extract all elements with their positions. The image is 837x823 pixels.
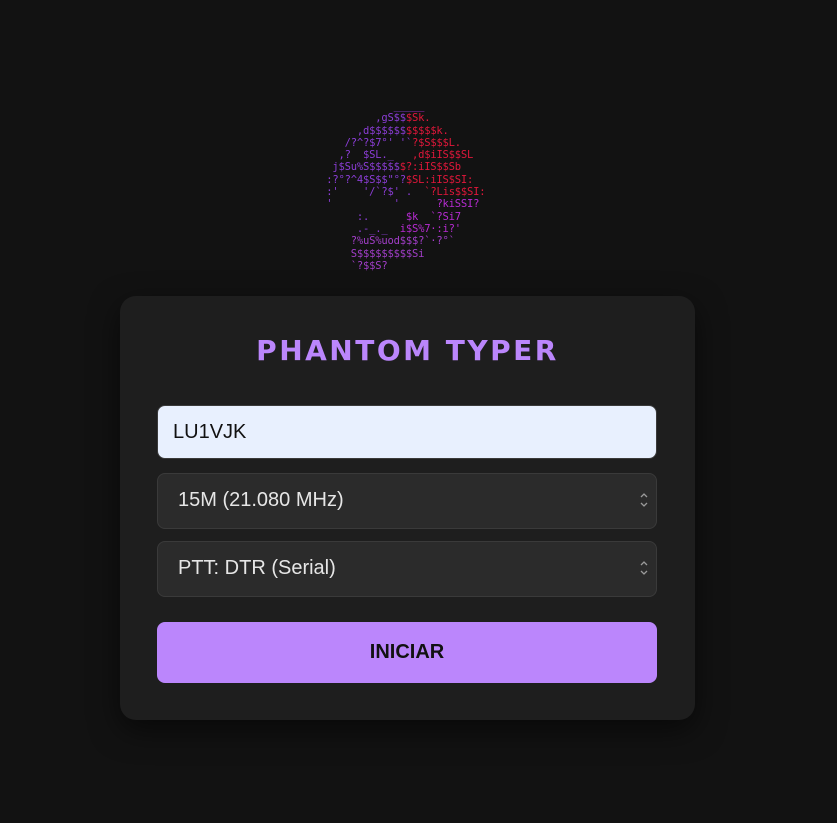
ptt-select-value: PTT: DTR (Serial) [178,557,336,579]
band-select-value: 15M (21.080 MHz) [178,489,344,511]
ascii-art-segment: `?$$S? [314,259,388,272]
ascii-art-segment: ?$S$$$L. [411,136,461,149]
app-title: PHANTOM TYPER [256,334,559,367]
ascii-art-segment: $Sk. [405,112,431,125]
ascii-art-segment: $?:iIS$$Sb [399,161,461,174]
ascii-art-segment: :. [314,210,406,223]
ascii-art-segment: ?kiSSI? [436,198,480,211]
ascii-art-segment: ___ [314,100,413,112]
ascii-art-logo: _____ ,gS$$$Sk. ,d$$$$$$$$$$$k. /?^?$7°'… [314,100,514,275]
ascii-art-segment: $$$$$k. [405,124,449,137]
ascii-art-segment: `?Lis$$SI: [424,186,486,199]
ascii-art-segment: j$Su%S$$$$$ [314,161,400,174]
ascii-art-segment: :' '/`?$' . [314,186,425,199]
ascii-art-segment: $k `?Si7 [405,210,461,223]
ascii-art-segment: ' ' [314,198,437,211]
chevron-updown-icon [640,493,648,507]
start-button[interactable]: INICIAR [157,622,657,683]
ascii-art-segment: ,? $SL._ [314,149,412,162]
ascii-art-text: _____ ,gS$$$Sk. ,d$$$$$$$$$$$k. /?^?$7°'… [314,100,514,272]
ascii-art-segment: ?%uS%uod$$$?`·?°` [314,235,455,248]
ascii-art-segment: /?^?$7°' '` [314,136,413,149]
ascii-art-segment: i$S%7·:i?' [399,222,461,235]
band-select[interactable]: 15M (21.080 MHz) [157,473,657,529]
chevron-updown-icon [640,561,648,575]
ascii-art-segment: __ [411,100,425,112]
app-page: _____ ,gS$$$Sk. ,d$$$$$$$$$$$k. /?^?$7°'… [0,0,837,823]
main-card: PHANTOM TYPER 15M (21.080 MHz) PTT: DTR … [120,296,695,720]
ascii-art-segment: S$$$$$$$$$Si [314,247,425,260]
ascii-art-segment: :?°?^4$S$$"°? [314,173,406,186]
ascii-art-segment: ,d$$$$$$ [314,124,406,137]
ascii-art-segment: .-_._ [314,222,400,235]
callsign-input[interactable] [157,405,657,459]
ascii-art-segment: ,d$iIS$$SL [411,149,474,162]
ascii-art-segment: ,gS$$ [314,112,406,125]
ptt-select[interactable]: PTT: DTR (Serial) [157,541,657,597]
ascii-art-segment: $SL:iIS$SI: [405,173,474,186]
